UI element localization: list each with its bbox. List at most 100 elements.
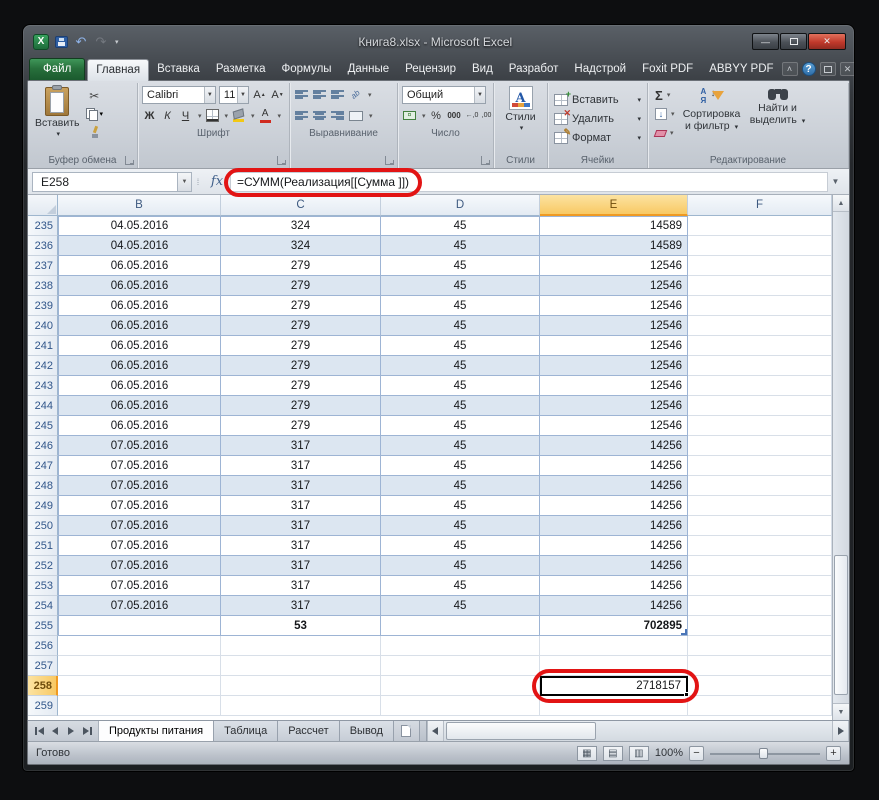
ribbon-tab-5[interactable]: Данные [340, 59, 398, 80]
ribbon-tab-11[interactable]: ABBYY PDF [701, 59, 781, 80]
comma-style-button[interactable]: 000 [447, 107, 462, 124]
cell-B254[interactable]: 07.05.2016 [58, 596, 221, 616]
formula-input[interactable]: =СУММ(Реализация[[Сумма ]]) [230, 172, 828, 192]
horizontal-scroll-track[interactable] [444, 721, 832, 741]
cell-E253[interactable]: 14256 [540, 576, 688, 596]
alignment-dialog-launcher[interactable] [385, 156, 394, 165]
find-select-button[interactable]: Найти и выделить ▾ [745, 84, 811, 153]
fill-color-button[interactable] [231, 107, 246, 124]
format-painter-button[interactable] [86, 124, 104, 140]
cell-E255[interactable]: 702895 [540, 616, 688, 636]
font-name-combo[interactable]: Calibri▼ [142, 86, 216, 104]
ribbon-tab-3[interactable]: Разметка [208, 59, 274, 80]
excel-logo-icon[interactable]: X [33, 34, 49, 50]
cell-D253[interactable]: 45 [381, 576, 540, 596]
cell-F251[interactable] [688, 536, 832, 556]
cell-F247[interactable] [688, 456, 832, 476]
cell-E242[interactable]: 12546 [540, 356, 688, 376]
row-header-251[interactable]: 251 [28, 536, 58, 556]
grow-font-button[interactable]: А▲ [252, 86, 267, 103]
font-size-combo[interactable]: 11▼ [219, 86, 249, 104]
prev-sheet-button[interactable] [48, 724, 62, 739]
cell-F244[interactable] [688, 396, 832, 416]
caret-icon[interactable]: ▾ [198, 112, 202, 120]
cell-E248[interactable]: 14256 [540, 476, 688, 496]
caret-icon[interactable]: ▾ [368, 91, 372, 99]
ribbon-tab-8[interactable]: Разработ [501, 59, 567, 80]
cell-E241[interactable]: 12546 [540, 336, 688, 356]
cell-F242[interactable] [688, 356, 832, 376]
cell-E252[interactable]: 14256 [540, 556, 688, 576]
caret-icon[interactable]: ▼ [474, 87, 485, 103]
sheet-tab-1[interactable]: Таблица [214, 721, 278, 741]
insert-worksheet-button[interactable] [394, 721, 420, 741]
cell-D242[interactable]: 45 [381, 356, 540, 376]
underline-button[interactable]: Ч [178, 107, 193, 124]
cell-C250[interactable]: 317 [221, 516, 381, 536]
percent-style-button[interactable]: % [429, 107, 444, 124]
align-bottom-button[interactable] [330, 86, 345, 103]
styles-button[interactable]: А Стили ▾ [501, 84, 539, 153]
cell-C248[interactable]: 317 [221, 476, 381, 496]
cell-F241[interactable] [688, 336, 832, 356]
cell-D239[interactable]: 45 [381, 296, 540, 316]
cell-F259[interactable] [688, 696, 832, 716]
cell-B238[interactable]: 06.05.2016 [58, 276, 221, 296]
clipboard-dialog-launcher[interactable] [125, 156, 134, 165]
sort-filter-button[interactable]: АЯ↓ Сортировка и фильтр ▾ [679, 84, 745, 153]
cell-D244[interactable]: 45 [381, 396, 540, 416]
cell-E251[interactable]: 14256 [540, 536, 688, 556]
cell-C259[interactable] [221, 696, 381, 716]
cell-B249[interactable]: 07.05.2016 [58, 496, 221, 516]
cell-E256[interactable] [540, 636, 688, 656]
sheet-tab-3[interactable]: Вывод [340, 721, 394, 741]
undo-button[interactable]: ↶ [73, 34, 89, 50]
orientation-button[interactable]: ab [348, 86, 363, 103]
cell-C256[interactable] [221, 636, 381, 656]
cell-C237[interactable]: 279 [221, 256, 381, 276]
zoom-out-button[interactable]: − [689, 746, 704, 761]
row-header-235[interactable]: 235 [28, 216, 58, 236]
shrink-font-button[interactable]: А▼ [270, 86, 285, 103]
cell-E249[interactable]: 14256 [540, 496, 688, 516]
bold-button[interactable]: Ж [142, 107, 157, 124]
expand-formula-bar-icon[interactable]: ▼ [828, 177, 843, 186]
cell-D236[interactable]: 45 [381, 236, 540, 256]
cell-B235[interactable]: 04.05.2016 [58, 216, 221, 236]
column-header-D[interactable]: D [381, 195, 540, 216]
format-cells-button[interactable]: ✎ Формат ▾ [551, 128, 644, 147]
cell-D257[interactable] [381, 656, 540, 676]
cell-D250[interactable]: 45 [381, 516, 540, 536]
cell-D237[interactable]: 45 [381, 256, 540, 276]
row-header-243[interactable]: 243 [28, 376, 58, 396]
cell-C241[interactable]: 279 [221, 336, 381, 356]
cell-B256[interactable] [58, 636, 221, 656]
insert-function-button[interactable]: fx [204, 174, 230, 189]
row-header-255[interactable]: 255 [28, 616, 58, 636]
cell-E245[interactable]: 12546 [540, 416, 688, 436]
row-header-259[interactable]: 259 [28, 696, 58, 716]
cell-B244[interactable]: 06.05.2016 [58, 396, 221, 416]
row-header-236[interactable]: 236 [28, 236, 58, 256]
vertical-scroll-thumb[interactable] [834, 555, 848, 695]
borders-button[interactable] [205, 107, 220, 124]
cell-B242[interactable]: 06.05.2016 [58, 356, 221, 376]
row-header-245[interactable]: 245 [28, 416, 58, 436]
name-box-caret-icon[interactable]: ▼ [178, 172, 192, 192]
cell-F253[interactable] [688, 576, 832, 596]
cell-C242[interactable]: 279 [221, 356, 381, 376]
align-right-button[interactable] [330, 107, 345, 124]
cell-E236[interactable]: 14589 [540, 236, 688, 256]
row-header-247[interactable]: 247 [28, 456, 58, 476]
row-header-238[interactable]: 238 [28, 276, 58, 296]
cell-C254[interactable]: 317 [221, 596, 381, 616]
cell-F236[interactable] [688, 236, 832, 256]
cell-B258[interactable] [58, 676, 221, 696]
cell-C239[interactable]: 279 [221, 296, 381, 316]
cell-E238[interactable]: 12546 [540, 276, 688, 296]
row-header-256[interactable]: 256 [28, 636, 58, 656]
workbook-close-icon[interactable]: ✕ [840, 62, 855, 76]
cut-button[interactable]: ✂ [86, 88, 104, 104]
increase-decimal-button[interactable]: ←,0 [465, 107, 480, 124]
cell-C246[interactable]: 317 [221, 436, 381, 456]
